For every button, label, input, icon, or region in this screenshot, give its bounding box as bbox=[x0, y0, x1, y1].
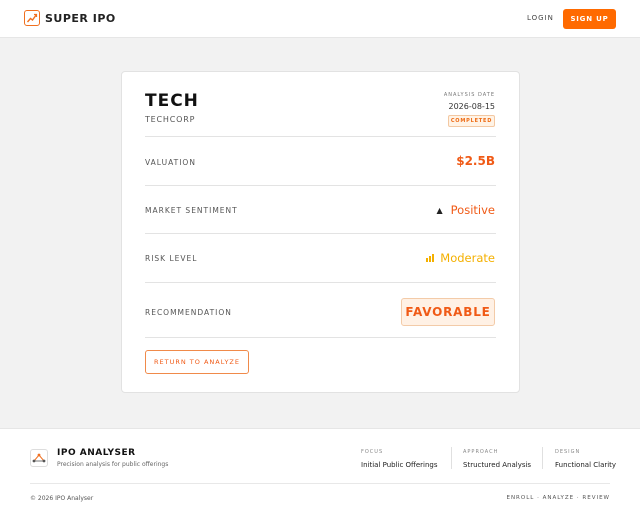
sentiment-indicator: ▲ Positive bbox=[437, 203, 496, 217]
analysis-date-label: ANALYSIS DATE bbox=[443, 92, 495, 98]
network-icon bbox=[30, 449, 48, 467]
return-to-analyze-button[interactable]: RETURN TO ANALYZE bbox=[145, 350, 249, 374]
analysis-date-value: 2026-08-15 bbox=[448, 102, 496, 111]
brand-name: SUPER IPO bbox=[45, 11, 116, 25]
site-footer: IPO ANALYSER Precision analysis for publ… bbox=[0, 428, 640, 514]
copyright: © 2026 IPO Analyser bbox=[30, 495, 94, 502]
company-ticker: TECH bbox=[145, 91, 199, 111]
chart-trend-icon bbox=[24, 10, 40, 26]
status-badge: COMPLETED bbox=[448, 115, 495, 127]
signup-button[interactable]: SIGN UP bbox=[563, 9, 616, 29]
risk-value: Moderate bbox=[440, 251, 495, 265]
footer-divider bbox=[30, 483, 610, 484]
footer-col-label: APPROACH bbox=[463, 449, 499, 455]
footer-separator bbox=[451, 447, 452, 469]
footer-design: DESIGN Functional Clarity bbox=[555, 449, 616, 469]
recommendation-label: RECOMMENDATION bbox=[145, 308, 232, 317]
brand-logo[interactable]: SUPER IPO bbox=[24, 10, 116, 26]
divider bbox=[145, 185, 496, 186]
footer-col-label: DESIGN bbox=[555, 449, 581, 455]
risk-label: RISK LEVEL bbox=[145, 254, 198, 263]
divider bbox=[145, 337, 496, 338]
footer-separator bbox=[542, 447, 543, 469]
footer-col-value: Functional Clarity bbox=[555, 461, 617, 469]
footer-col-label: FOCUS bbox=[361, 449, 384, 455]
valuation-value: $2.5B bbox=[456, 154, 495, 168]
top-nav: SUPER IPO LOGIN SIGN UP bbox=[0, 0, 640, 38]
footer-subtitle: Precision analysis for public offerings bbox=[57, 461, 169, 468]
footer-col-value: Structured Analysis bbox=[463, 461, 532, 469]
risk-indicator: Moderate bbox=[426, 251, 495, 265]
triangle-up-icon: ▲ bbox=[436, 205, 443, 215]
divider bbox=[145, 233, 496, 234]
footer-approach: APPROACH Structured Analysis bbox=[463, 449, 531, 469]
analysis-card: TECH TECHCORP ANALYSIS DATE 2026-08-15 C… bbox=[121, 71, 520, 393]
signal-bars-icon bbox=[426, 254, 435, 262]
footer-focus: FOCUS Initial Public Offerings bbox=[361, 449, 438, 469]
valuation-label: VALUATION bbox=[145, 158, 196, 167]
footer-links[interactable]: ENROLL · ANALYZE · REVIEW bbox=[506, 495, 610, 501]
footer-title: IPO ANALYSER bbox=[57, 448, 136, 458]
sentiment-value: Positive bbox=[450, 203, 495, 217]
recommendation-badge: FAVORABLE bbox=[401, 298, 495, 326]
divider bbox=[145, 136, 496, 137]
company-name: TECHCORP bbox=[145, 115, 196, 124]
login-link[interactable]: LOGIN bbox=[527, 14, 554, 22]
footer-col-value: Initial Public Offerings bbox=[361, 461, 438, 469]
divider bbox=[145, 282, 496, 283]
sentiment-label: MARKET SENTIMENT bbox=[145, 206, 238, 215]
